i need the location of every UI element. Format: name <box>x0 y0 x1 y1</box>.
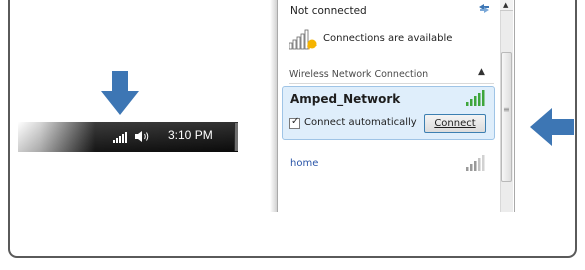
connect-button[interactable]: Connect <box>424 114 486 133</box>
panel-fade <box>278 188 514 212</box>
availability-text: Connections are available <box>323 33 453 44</box>
scrollbar-thumb[interactable] <box>501 52 512 182</box>
network-available-icon <box>289 29 317 50</box>
connect-button-label: Connect <box>434 118 476 129</box>
network-item-home[interactable]: home <box>290 158 318 169</box>
network-name: Amped_Network <box>290 92 401 106</box>
show-desktop-button[interactable] <box>234 123 238 151</box>
refresh-icon[interactable] <box>477 2 491 14</box>
divider <box>289 83 494 84</box>
auto-connect-label[interactable]: Connect automatically <box>304 117 417 128</box>
chevron-up-icon[interactable]: ▲ <box>478 67 485 77</box>
scroll-grip-icon: ≡ <box>503 105 510 114</box>
scroll-up-arrow-icon: ▲ <box>503 1 509 9</box>
taskbar-clock[interactable]: 3:10 PM <box>168 128 213 142</box>
signal-strength-icon <box>466 155 485 171</box>
arrow-left-icon <box>530 108 574 146</box>
connection-status: Not connected <box>290 5 367 17</box>
auto-connect-checkbox[interactable]: ✓ <box>289 116 300 129</box>
section-header-wireless[interactable]: Wireless Network Connection <box>289 69 428 80</box>
wifi-signal-icon[interactable] <box>113 131 127 143</box>
scroll-up-button[interactable]: ▲ <box>500 0 513 11</box>
signal-strength-icon <box>466 90 485 106</box>
arrow-down-icon <box>101 71 139 115</box>
speaker-icon[interactable] <box>135 130 151 143</box>
checkmark-icon: ✓ <box>291 116 300 127</box>
